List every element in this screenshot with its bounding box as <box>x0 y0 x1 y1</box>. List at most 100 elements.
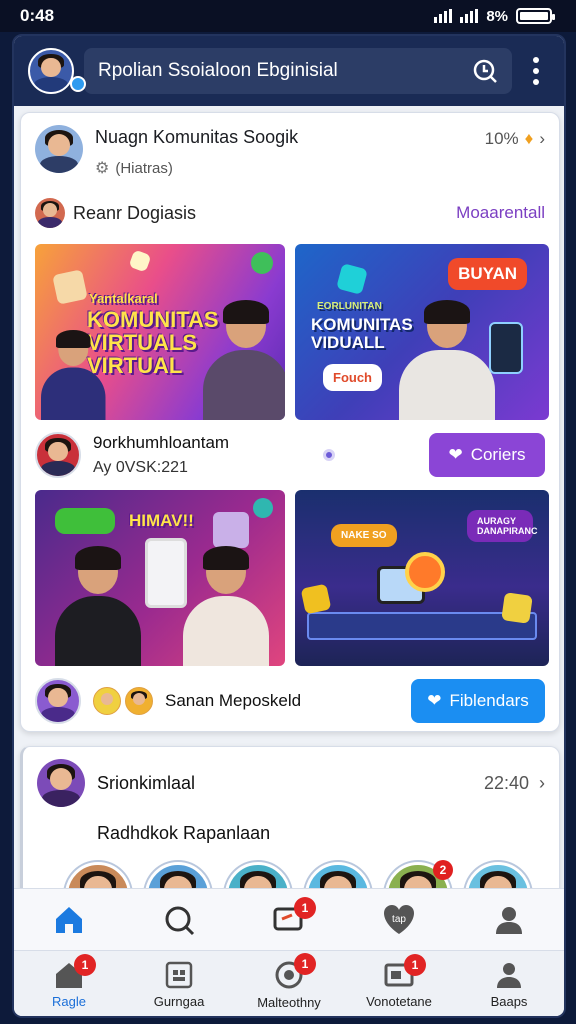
bottom-nav-icons: 1 tap <box>14 888 564 950</box>
author3-name[interactable]: Sanan Meposkeld <box>165 691 301 711</box>
nav-search[interactable] <box>134 903 224 937</box>
post-card: Nuagn Komunitas Soogik ⚙ (Hiatras) 10% ♦… <box>20 112 560 732</box>
post-meta: 10% ♦ › <box>485 129 545 149</box>
heart-icon: ❤ <box>448 445 463 464</box>
heart-icon: ❤ <box>427 691 442 710</box>
tile2-bubble: BUYAN <box>448 258 527 290</box>
online-status-icon <box>70 76 86 92</box>
follow-button-label: Coriers <box>470 445 526 464</box>
nav-home[interactable] <box>24 903 114 937</box>
author3-avatar[interactable] <box>35 678 81 724</box>
status-bar: 0:48 8% <box>0 0 576 32</box>
status-indicators: 8% <box>434 7 555 25</box>
search-chat-icon <box>165 906 195 935</box>
tile3-caption: HIMAV!! <box>129 511 194 530</box>
indicator-dot-icon <box>323 449 336 461</box>
tile2-tag: Fouch <box>323 364 382 391</box>
tab-label: Ragle <box>52 994 86 1009</box>
author-row-3: Sanan Meposkeld ❤ Fiblendars <box>35 678 545 724</box>
tab-gurngaa[interactable]: Gurngaa <box>134 960 224 1009</box>
more-link[interactable]: Moaarentall <box>456 203 545 223</box>
tile2-caption: KOMUNITAS VIDUALL <box>311 315 413 352</box>
tile4-bubble2: AURAGY DANAPIRANC <box>467 510 538 542</box>
author-row: Reanr Dogiasis Moaarentall <box>35 198 545 228</box>
battery-icon <box>516 8 555 24</box>
author-name[interactable]: Reanr Dogiasis <box>73 203 196 224</box>
person-figure <box>203 300 285 420</box>
top-bar: Rpolian Ssoialoon Ebginisial <box>14 36 564 106</box>
tab-badge: 1 <box>404 954 426 976</box>
post2-avatar[interactable] <box>37 759 85 807</box>
profile-icon <box>496 906 522 934</box>
post-percent: 10% <box>484 129 519 148</box>
post-image-4[interactable]: NAKE SO AURAGY DANAPIRANC <box>295 490 549 666</box>
gear-icon: ⚙ <box>95 160 110 177</box>
tile1-caption: KOMUNITAS VIRTUALS VIRTUAL <box>87 307 219 379</box>
tab-label: Malteothny <box>257 995 321 1010</box>
search-bar[interactable]: Rpolian Ssoialoon Ebginisial <box>84 48 512 94</box>
post2-subtitle: Radhdkok Rapanlaan <box>97 823 271 843</box>
search-icon[interactable] <box>472 58 498 84</box>
tab-badge: 1 <box>294 953 316 975</box>
bottom-nav-labels: 1 Ragle Gurngaa 1 Malteothny 1 Vonotetan… <box>14 950 564 1016</box>
mini-avatar <box>93 687 121 715</box>
post-image-3[interactable]: HIMAV!! <box>35 490 285 666</box>
author-avatar[interactable] <box>35 198 65 228</box>
calendar-icon <box>165 961 193 989</box>
friends-button-label: Fiblendars <box>449 691 529 710</box>
status-time: 0:48 <box>20 6 55 25</box>
nav-messages[interactable]: 1 <box>244 896 334 937</box>
chevron-right-icon[interactable]: › <box>539 773 545 794</box>
messages-badge: 1 <box>294 896 316 919</box>
tab-label: Gurngaa <box>153 994 205 1009</box>
tile4-bubble1: NAKE SO <box>331 524 397 547</box>
tab-label: Vonotetane <box>366 994 432 1009</box>
my-avatar[interactable] <box>28 48 74 94</box>
tab-label: Baaps <box>490 994 528 1009</box>
mini-avatar <box>125 687 153 715</box>
post2-title[interactable]: Srionkimlaal <box>97 773 195 794</box>
tab-baaps[interactable]: Baaps <box>464 960 554 1009</box>
post-image-1[interactable]: Yantalkaral KOMUNITAS VIRTUALS VIRTUAL <box>35 244 285 420</box>
person-figure <box>41 330 106 420</box>
friends-button[interactable]: ❤ Fiblendars <box>411 679 545 723</box>
app-window: Rpolian Ssoialoon Ebginisial Nuagn Komun… <box>12 34 566 1018</box>
story-badge: 2 <box>433 860 453 880</box>
avatar-stack <box>93 687 153 715</box>
heart-shield-icon: tap <box>384 904 414 934</box>
group-avatar[interactable] <box>35 125 83 173</box>
feed: Nuagn Komunitas Soogik ⚙ (Hiatras) 10% ♦… <box>20 112 560 936</box>
person-figure <box>55 546 141 666</box>
chevron-right-icon[interactable]: › <box>539 129 545 149</box>
post-header: Nuagn Komunitas Soogik ⚙ (Hiatras) 10% ♦… <box>35 125 545 178</box>
tile2-caption-top: EORLUNITAN <box>317 301 382 312</box>
tab-malteothny[interactable]: 1 Malteothny <box>244 953 334 1010</box>
search-text: Rpolian Ssoialoon Ebginisial <box>98 60 338 81</box>
signal-icon-2 <box>460 9 479 23</box>
author2-sub: Ay 0VSK:221 <box>93 459 188 476</box>
author2-name[interactable]: 9orkhumhloantam <box>93 433 229 453</box>
tile1-caption-top: Yantalkaral <box>89 291 158 306</box>
author2-avatar[interactable] <box>35 432 81 478</box>
follow-button[interactable]: ❤ Coriers <box>428 433 545 477</box>
person-figure <box>183 546 269 666</box>
battery-percent: 8% <box>486 7 508 25</box>
signal-icon <box>434 9 453 23</box>
tab-badge: 1 <box>74 954 96 976</box>
group-sub-text: (Hiatras) <box>115 159 173 177</box>
person-figure <box>399 300 495 420</box>
post-image-2[interactable]: BUYAN EORLUNITAN KOMUNITAS VIDUALL Fouch <box>295 244 549 420</box>
author-row-2: 9orkhumhloantam Ay 0VSK:221 ❤ Coriers <box>35 432 545 478</box>
group-subtitle: ⚙ (Hiatras) <box>95 158 473 178</box>
nav-likes[interactable]: tap <box>354 902 444 938</box>
user-icon <box>497 963 521 988</box>
image-grid: Yantalkaral KOMUNITAS VIRTUALS VIRTUAL B… <box>35 244 549 420</box>
group-name[interactable]: Nuagn Komunitas Soogik <box>95 127 473 148</box>
more-menu-icon[interactable] <box>522 57 550 85</box>
home-icon <box>56 906 82 933</box>
svg-text:tap: tap <box>392 914 406 925</box>
tab-ragle[interactable]: 1 Ragle <box>24 954 114 1009</box>
flame-icon: ♦ <box>524 129 534 148</box>
tab-vonotetane[interactable]: 1 Vonotetane <box>354 954 444 1009</box>
nav-profile[interactable] <box>464 904 554 936</box>
